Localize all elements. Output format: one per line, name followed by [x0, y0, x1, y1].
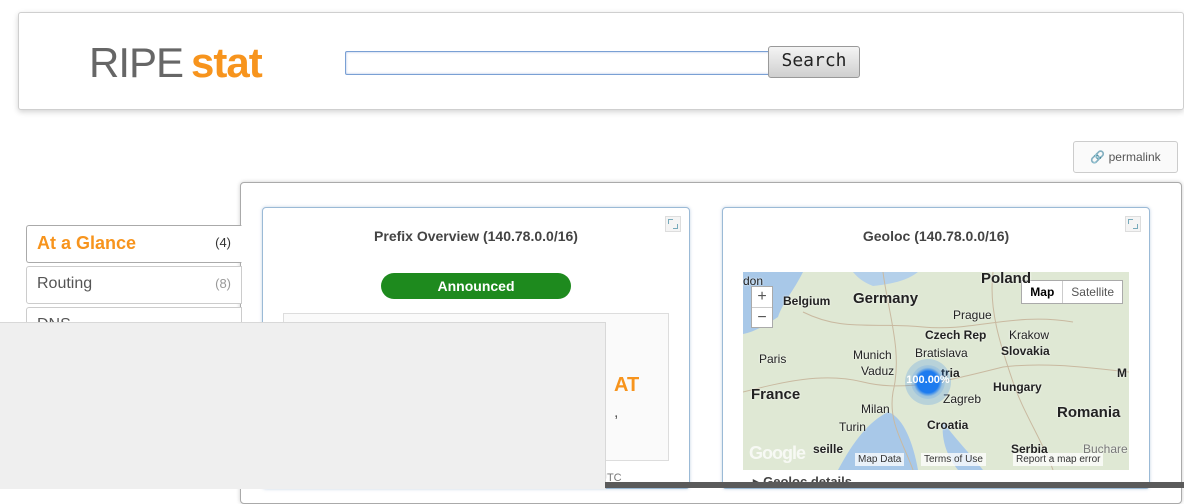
- baltic-shape: [853, 272, 918, 286]
- map-label: Turin: [839, 420, 866, 434]
- obscuring-overlay: [0, 322, 606, 489]
- expand-icon[interactable]: [1125, 216, 1141, 232]
- tab-label: Routing: [37, 275, 93, 292]
- map-type-toggle: Map Satellite: [1021, 280, 1123, 304]
- widget-title: Geoloc (140.78.0.0/16): [862, 228, 1010, 244]
- map-label: Poland: [981, 272, 1032, 287]
- link-icon: 🔗: [1090, 150, 1106, 164]
- map-label: France: [751, 386, 801, 403]
- header-bar: RIPE stat Search: [18, 12, 1184, 110]
- terms-of-use-link[interactable]: Terms of Use: [921, 453, 986, 466]
- geoloc-map[interactable]: + − Map Satellite don Belgium Germany Po…: [743, 272, 1129, 470]
- map-label: Hungary: [993, 380, 1042, 394]
- tab-count: (8): [215, 276, 231, 291]
- zoom-in-button[interactable]: +: [752, 287, 772, 307]
- prefix-info-sub: ,: [614, 404, 619, 421]
- tab-routing[interactable]: Routing (8): [26, 266, 242, 304]
- map-label: Germany: [853, 290, 919, 307]
- map-label: Krakow: [1009, 328, 1050, 342]
- report-map-error-link[interactable]: Report a map error: [1013, 453, 1104, 466]
- map-label: Munich: [853, 348, 892, 362]
- border-line: [802, 311, 1074, 329]
- ripestat-logo[interactable]: RIPE stat: [89, 39, 263, 86]
- logo-ripe: RIPE: [89, 39, 184, 86]
- map-data-link[interactable]: Map Data: [855, 453, 905, 466]
- map-label: Slovakia: [1001, 344, 1050, 358]
- widget-title: Prefix Overview (140.78.0.0/16): [374, 228, 578, 244]
- map-cluster-label: 100.00%: [906, 374, 950, 386]
- map-label: don: [743, 274, 764, 288]
- logo-stat: stat: [191, 39, 263, 86]
- map-label: Romania: [1057, 404, 1121, 421]
- zoom-control: + −: [751, 286, 773, 328]
- status-badge: Announced: [381, 273, 571, 299]
- map-label: Prague: [953, 308, 992, 322]
- map-label: Paris: [759, 352, 787, 366]
- map-label: Belgium: [783, 294, 831, 308]
- expand-icon[interactable]: [665, 216, 681, 232]
- search-input[interactable]: [345, 51, 771, 75]
- bottom-bar: [605, 482, 1184, 488]
- tab-at-a-glance[interactable]: At a Glance (4): [26, 225, 242, 263]
- prefix-info-text: AT: [614, 374, 640, 396]
- map-label: seille: [813, 442, 844, 456]
- zoom-out-button[interactable]: −: [752, 307, 772, 328]
- permalink-label: permalink: [1108, 150, 1161, 164]
- map-label: Zagreb: [943, 392, 982, 406]
- tab-count: (4): [215, 235, 231, 250]
- map-label: Czech Rep: [925, 328, 987, 342]
- map-label: Vaduz: [861, 364, 895, 378]
- map-label: M: [1117, 366, 1127, 380]
- map-type-satellite-button[interactable]: Satellite: [1063, 281, 1122, 303]
- map-label: Croatia: [927, 418, 969, 432]
- map-label: Bratislava: [915, 346, 968, 360]
- tab-label: At a Glance: [37, 233, 137, 253]
- map-label: Milan: [861, 402, 890, 416]
- permalink-button[interactable]: 🔗 permalink: [1073, 141, 1178, 173]
- google-logo[interactable]: Google: [749, 443, 806, 464]
- geoloc-widget: Geoloc (140.78.0.0/16) + − Map Satellite…: [722, 207, 1150, 489]
- search-button[interactable]: Search: [768, 46, 860, 78]
